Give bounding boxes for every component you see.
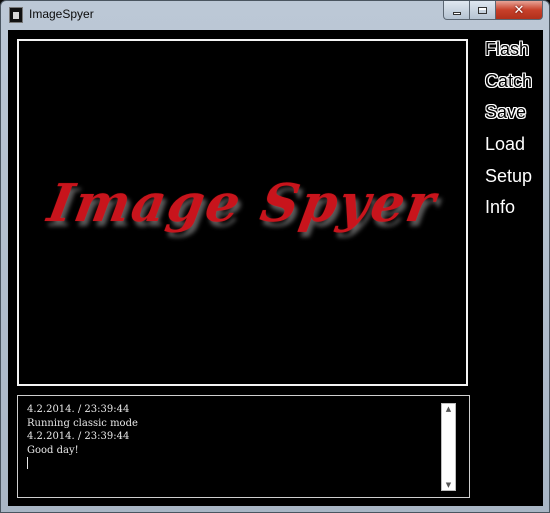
menu-item-info[interactable]: Info — [485, 197, 545, 229]
logo-text: Image Spyer — [43, 173, 442, 234]
maximize-icon — [478, 6, 487, 14]
text-caret — [27, 457, 28, 469]
action-menu: Flash Catch Save Load Setup Info — [485, 39, 545, 229]
close-icon: ✕ — [513, 2, 525, 18]
log-line: 4.2.2014. / 23:39:44 — [27, 431, 130, 442]
log-line: Running classic mode — [27, 417, 138, 429]
window-title: ImageSpyer — [29, 7, 94, 21]
app-window: ImageSpyer ✕ Image Spyer Flash Catch Sav… — [0, 0, 550, 513]
log-textbox[interactable]: 4.2.2014. / 23:39:44 Running classic mod… — [17, 395, 470, 498]
app-icon[interactable] — [9, 7, 23, 23]
menu-item-flash[interactable]: Flash — [485, 39, 545, 71]
log-scrollbar[interactable]: ▲ ▼ — [441, 403, 456, 491]
scroll-down-icon[interactable]: ▼ — [442, 481, 455, 489]
client-area: Image Spyer Flash Catch Save Load Setup … — [8, 30, 543, 506]
close-button[interactable]: ✕ — [496, 1, 543, 20]
minimize-icon — [452, 11, 461, 15]
image-preview[interactable]: Image Spyer — [17, 39, 468, 386]
scroll-up-icon[interactable]: ▲ — [442, 405, 455, 413]
log-content: 4.2.2014. / 23:39:44 Running classic mod… — [27, 403, 427, 474]
minimize-button[interactable] — [443, 1, 470, 20]
maximize-button[interactable] — [470, 1, 496, 20]
menu-item-catch[interactable]: Catch — [485, 71, 545, 103]
log-line: 4.2.2014. / 23:39:44 — [27, 404, 130, 415]
window-controls: ✕ — [443, 1, 543, 21]
menu-item-load[interactable]: Load — [485, 134, 545, 166]
menu-item-setup[interactable]: Setup — [485, 166, 545, 198]
menu-item-save[interactable]: Save — [485, 102, 545, 134]
log-line: Good day! — [27, 444, 79, 456]
title-bar[interactable]: ImageSpyer ✕ — [1, 1, 549, 29]
